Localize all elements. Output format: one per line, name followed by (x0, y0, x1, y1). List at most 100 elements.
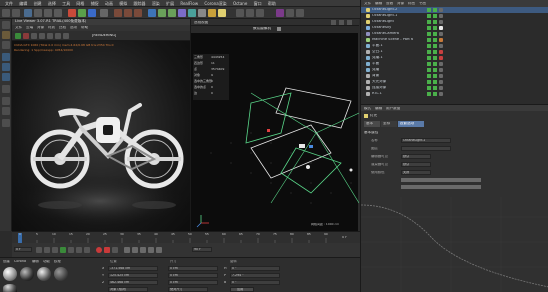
visibility-flags[interactable] (427, 8, 437, 12)
menu-item[interactable]: 工具 (62, 0, 70, 7)
menu-item[interactable]: 渲染 (152, 0, 160, 7)
spline-pen-icon[interactable] (158, 9, 166, 17)
workplane-icon[interactable] (2, 107, 10, 115)
axis-mode-icon[interactable] (2, 41, 10, 49)
rotate-tool-icon[interactable] (54, 9, 62, 17)
tag-icon[interactable] (439, 50, 443, 54)
mat-menu-item[interactable]: 创建 (3, 260, 10, 263)
tag-icon[interactable] (439, 44, 443, 48)
x-axis-icon[interactable] (68, 9, 76, 17)
name-field[interactable]: OctaneLight.2 (401, 138, 451, 143)
tag-icon[interactable] (439, 32, 443, 36)
color-swatch[interactable] (401, 178, 481, 182)
settings-icon[interactable] (296, 9, 304, 17)
menu-item[interactable]: 选择 (48, 0, 56, 7)
render-picture-viewer-icon[interactable] (124, 9, 132, 17)
previous-frame-icon[interactable] (52, 247, 58, 253)
start-frame-field[interactable]: 0 F (14, 247, 32, 252)
go-to-end-icon[interactable] (84, 247, 90, 253)
tag-icon[interactable] (439, 80, 443, 84)
stop-render-icon[interactable] (23, 33, 29, 39)
menu-item[interactable]: 帮助 (268, 0, 276, 7)
material-ball[interactable] (20, 267, 34, 281)
perspective-viewport[interactable]: 透视视图 默认摄像机 三角形 4443254 四边形 11 点 3574409 … (190, 19, 359, 231)
render-canvas[interactable]: CUDA:GTX 1060 (Total 0.0 min) mem:4.62/0… (12, 41, 190, 231)
subdivision-surface-icon[interactable] (168, 9, 176, 17)
next-key-icon[interactable] (76, 247, 82, 253)
scale-tool-icon[interactable] (44, 9, 52, 17)
size-mode-select[interactable]: 绝对尺寸 (168, 287, 208, 292)
menu-item[interactable]: Corona渲染 (204, 0, 226, 7)
menu-item[interactable]: 捕捉 (91, 0, 99, 7)
om-menu-item[interactable]: 标签 (408, 2, 415, 6)
region-render-icon[interactable] (55, 33, 61, 39)
viewer-menu-item[interactable]: 文件 (15, 26, 22, 30)
position-x-field[interactable]: -371.568 cm (108, 266, 158, 271)
position-y-field[interactable]: 125.425 cm (108, 273, 158, 278)
floor-icon[interactable] (198, 9, 206, 17)
menu-item[interactable]: 跟踪器 (134, 0, 146, 7)
autokey-icon[interactable] (104, 247, 110, 253)
size-z-field[interactable]: 0 cm (168, 280, 218, 285)
uv-mode-icon[interactable] (2, 85, 10, 93)
menu-item[interactable]: RealFlow (180, 0, 198, 7)
rotate-view-icon[interactable] (347, 20, 352, 25)
editor-visible-select[interactable]: 默认 (401, 154, 431, 159)
menu-item[interactable]: Octane (233, 0, 247, 7)
pause-render-icon[interactable] (31, 33, 37, 39)
visibility-flags[interactable] (427, 14, 437, 18)
lock-icon[interactable] (2, 119, 10, 127)
mat-menu-item[interactable]: 编辑 (32, 260, 39, 263)
redo-icon[interactable] (12, 9, 20, 17)
visibility-flags[interactable] (427, 32, 437, 36)
points-mode-icon[interactable] (2, 53, 10, 61)
script-icon[interactable] (286, 9, 294, 17)
size-y-field[interactable]: 0 cm (168, 273, 218, 278)
falloff-curve-graph[interactable] (361, 197, 548, 292)
visibility-flags[interactable] (427, 62, 437, 66)
position-key-icon[interactable] (124, 247, 130, 253)
tag-icon[interactable] (439, 38, 443, 42)
visibility-flags[interactable] (427, 80, 437, 84)
object-row[interactable]: RTL.1 (361, 91, 548, 97)
make-editable-icon[interactable] (2, 21, 10, 29)
tag-icon[interactable] (439, 86, 443, 90)
timeline-ruler[interactable]: 0 5 10 15 20 25 30 35 40 45 50 55 60 65 … (12, 231, 360, 243)
viewer-menu-item[interactable]: 选项 (70, 26, 77, 30)
tab-basic[interactable]: 基本 (364, 121, 380, 127)
refresh-icon[interactable] (39, 33, 45, 39)
polygons-mode-icon[interactable] (2, 73, 10, 81)
menu-item[interactable]: 创建 (34, 0, 42, 7)
mat-menu-item[interactable]: 纹理 (54, 260, 61, 263)
viewer-menu-item[interactable]: 帮助 (81, 26, 88, 30)
rotation-p-field[interactable]: 7.294 ° (230, 273, 280, 278)
rotation-b-field[interactable]: 0 ° (230, 280, 280, 285)
slider-bar[interactable] (401, 185, 481, 189)
go-to-start-icon[interactable] (36, 247, 42, 253)
settings-icon[interactable] (47, 33, 53, 39)
position-z-field[interactable]: 462.468 cm (108, 280, 158, 285)
menu-item[interactable]: 模拟 (119, 0, 127, 7)
tag-icon[interactable] (439, 26, 443, 30)
play-icon[interactable] (60, 247, 66, 253)
visibility-flags[interactable] (427, 38, 437, 42)
menu-item[interactable]: 编辑 (19, 0, 27, 7)
python-icon[interactable] (256, 9, 264, 17)
visibility-flags[interactable] (427, 74, 437, 78)
material-ball[interactable] (3, 267, 17, 281)
parameter-key-icon[interactable] (148, 247, 154, 253)
size-x-field[interactable]: 0 cm (168, 266, 218, 271)
tab-projection[interactable]: 投影选项 (398, 121, 424, 127)
move-tool-icon[interactable] (34, 9, 42, 17)
tag-icon[interactable] (439, 14, 443, 18)
undo-icon[interactable] (2, 9, 10, 17)
record-icon[interactable] (96, 247, 102, 253)
rotation-h-field[interactable]: 0 ° (230, 266, 280, 271)
menu-item[interactable]: 窗口 (254, 0, 262, 7)
visibility-flags[interactable] (427, 86, 437, 90)
z-axis-icon[interactable] (88, 9, 96, 17)
tag-icon[interactable] (439, 62, 443, 66)
material-ball[interactable] (54, 267, 68, 281)
visibility-flags[interactable] (427, 20, 437, 24)
menu-item[interactable]: 动画 (105, 0, 113, 7)
